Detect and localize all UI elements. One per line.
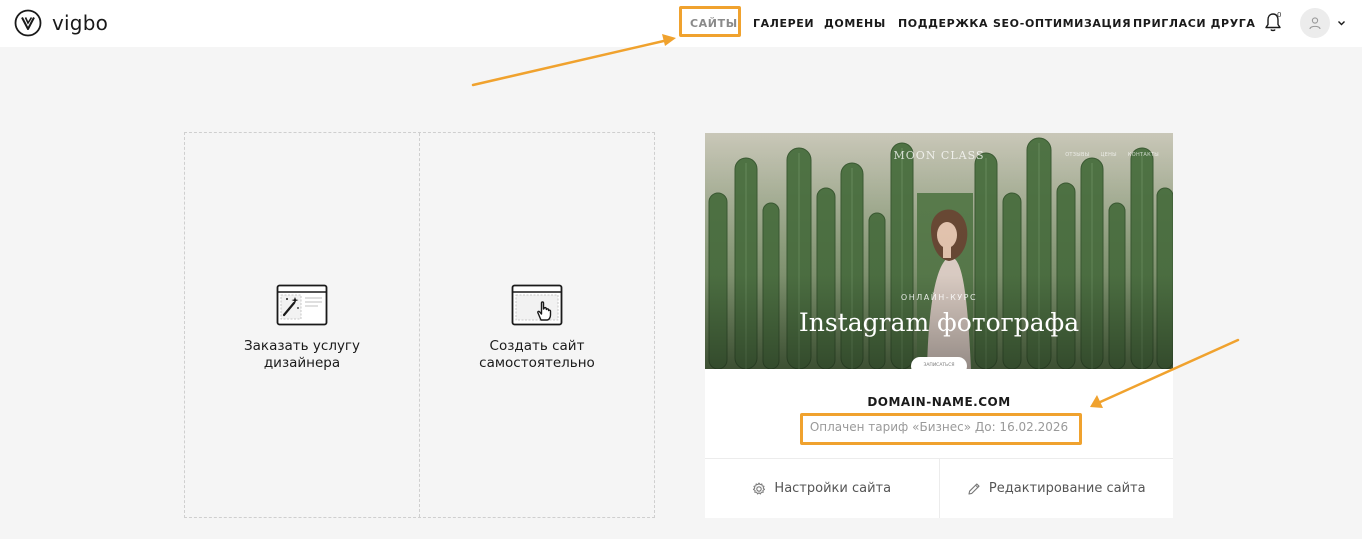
- notifications-count: 0: [1277, 11, 1282, 19]
- nav-invite-friend[interactable]: Пригласи друга: [1133, 17, 1256, 30]
- thumbnail-cta-button: ЗАПИСАТЬСЯ: [911, 357, 967, 375]
- site-settings-label: Настройки сайта: [774, 481, 892, 496]
- nav-domains[interactable]: Домены: [824, 17, 886, 30]
- site-thumbnail[interactable]: MOON CLASS ОТЗЫВЫ ЦЕНЫ КОНТАКТЫ ОНЛАЙН-К…: [705, 133, 1173, 369]
- gear-icon: [753, 482, 766, 494]
- nav-seo[interactable]: SEO-оптимизация: [993, 17, 1131, 30]
- vigbo-logo[interactable]: vigbo: [14, 9, 108, 37]
- user-avatar[interactable]: [1300, 8, 1330, 38]
- order-designer-label: Заказать услугу дизайнера: [243, 338, 361, 371]
- hand-pointer-window-icon: [511, 284, 563, 326]
- user-icon: [1309, 17, 1321, 30]
- thumbnail-menu: ОТЗЫВЫ ЦЕНЫ КОНТАКТЫ: [1065, 152, 1159, 158]
- nav-galleries[interactable]: Галереи: [753, 17, 814, 30]
- site-edit-button[interactable]: Редактирование сайта: [938, 459, 1174, 518]
- thumbnail-menu-item: ОТЗЫВЫ: [1065, 152, 1090, 158]
- create-site-options: Заказать услугу дизайнера Создать сайт с…: [184, 132, 655, 518]
- thumbnail-menu-item: КОНТАКТЫ: [1127, 152, 1159, 158]
- nav-highlight-box: [679, 6, 741, 37]
- create-yourself-label: Создать сайт самостоятельно: [479, 338, 595, 371]
- magic-wand-window-icon: [276, 284, 328, 326]
- site-edit-label: Редактирование сайта: [988, 481, 1146, 496]
- vigbo-logo-icon: [14, 9, 42, 37]
- chevron-down-icon[interactable]: [1337, 16, 1346, 30]
- site-domain[interactable]: DOMAIN-NAME.COM: [705, 395, 1173, 409]
- logo-text: vigbo: [52, 11, 109, 35]
- site-card-actions: Настройки сайта Редактирование сайта: [705, 458, 1173, 518]
- tariff-highlight-box: [800, 413, 1082, 445]
- nav-support[interactable]: Поддержка: [898, 17, 988, 30]
- site-card: MOON CLASS ОТЗЫВЫ ЦЕНЫ КОНТАКТЫ ОНЛАЙН-К…: [705, 133, 1173, 518]
- thumbnail-subtitle: ОНЛАЙН-КУРС: [900, 293, 978, 302]
- order-designer-card[interactable]: Заказать услугу дизайнера: [185, 133, 419, 517]
- thumbnail-title: Instagram фотографа: [798, 308, 1080, 337]
- site-settings-button[interactable]: Настройки сайта: [705, 459, 939, 518]
- thumbnail-menu-item: ЦЕНЫ: [1100, 152, 1117, 158]
- pencil-icon: [968, 482, 980, 495]
- create-yourself-card[interactable]: Создать сайт самостоятельно: [419, 133, 654, 517]
